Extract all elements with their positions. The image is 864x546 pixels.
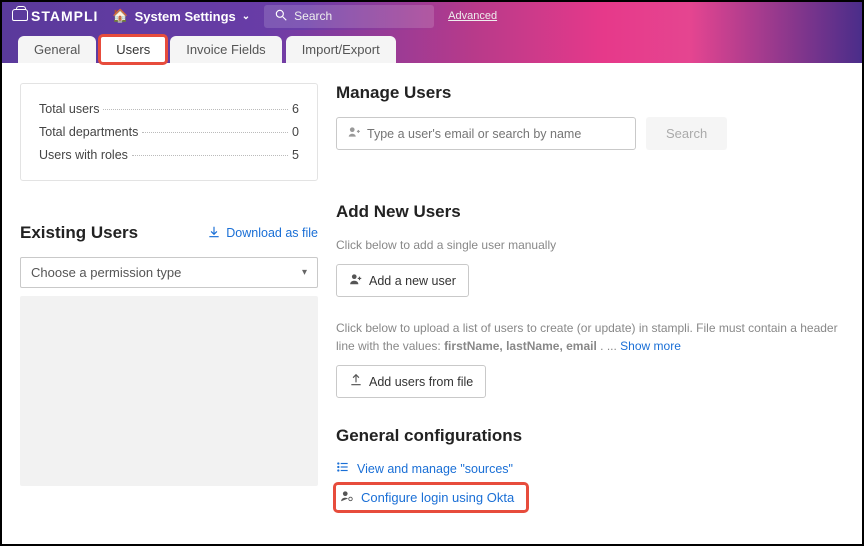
add-new-users-heading: Add New Users (336, 202, 844, 222)
stat-label: Users with roles (39, 148, 128, 162)
tab-invoice-fields[interactable]: Invoice Fields (170, 36, 281, 63)
add-new-user-button[interactable]: Add a new user (336, 264, 469, 297)
add-users-from-file-label: Add users from file (369, 375, 473, 389)
tab-import-export[interactable]: Import/Export (286, 36, 396, 63)
upload-subtext-suffix: . ... (600, 339, 620, 353)
configure-okta-link[interactable]: Configure login using Okta (336, 485, 526, 510)
stats-panel: Total users 6 Total departments 0 Users … (20, 83, 318, 181)
settings-tabs: General Users Invoice Fields Import/Expo… (2, 30, 862, 63)
show-more-link[interactable]: Show more (620, 339, 681, 353)
system-settings-menu[interactable]: 🏠 System Settings ⌄ (112, 8, 250, 24)
list-icon (336, 460, 350, 477)
add-new-user-label: Add a new user (369, 274, 456, 288)
stat-users-with-roles: Users with roles 5 (39, 148, 299, 162)
dot-leader (142, 132, 288, 133)
user-plus-icon (349, 272, 363, 289)
users-list-panel (20, 296, 318, 486)
global-search[interactable] (264, 5, 434, 28)
stat-value: 5 (292, 148, 299, 162)
stat-total-users: Total users 6 (39, 102, 299, 116)
advanced-search-link[interactable]: Advanced (448, 10, 497, 22)
system-settings-label: System Settings (135, 9, 236, 24)
home-icon: 🏠 (112, 8, 128, 24)
tab-users[interactable]: Users (100, 36, 166, 63)
dot-leader (103, 109, 288, 110)
user-gear-icon (340, 489, 354, 506)
upload-subtext: Click below to upload a list of users to… (336, 319, 844, 355)
permission-placeholder: Choose a permission type (31, 265, 181, 280)
download-label: Download as file (226, 226, 318, 240)
app-header: STAMPLI 🏠 System Settings ⌄ Advanced (2, 2, 862, 30)
global-search-input[interactable] (294, 9, 404, 23)
add-single-subtext: Click below to add a single user manuall… (336, 236, 844, 254)
logo-icon (12, 9, 28, 21)
stat-label: Total users (39, 102, 99, 116)
manage-users-search-row: Search (336, 117, 844, 150)
dot-leader (132, 155, 288, 156)
stat-total-departments: Total departments 0 (39, 125, 299, 139)
left-column: Total users 6 Total departments 0 Users … (20, 83, 318, 526)
upload-icon (349, 373, 363, 390)
upload-subtext-fields: firstName, lastName, email (444, 339, 597, 353)
content-area: Total users 6 Total departments 0 Users … (2, 63, 862, 544)
download-as-file-link[interactable]: Download as file (207, 225, 318, 242)
user-search-icon (347, 125, 361, 142)
user-search-button[interactable]: Search (646, 117, 727, 150)
logo-text: STAMPLI (31, 8, 98, 24)
manage-users-heading: Manage Users (336, 83, 844, 103)
logo: STAMPLI (12, 8, 98, 24)
right-column: Manage Users Search Add New Users Click … (336, 83, 844, 526)
view-sources-link[interactable]: View and manage "sources" (336, 460, 844, 477)
existing-users-head: Existing Users Download as file (20, 223, 318, 243)
permission-type-select[interactable]: Choose a permission type ▾ (20, 257, 318, 288)
stat-value: 6 (292, 102, 299, 116)
general-config-heading: General configurations (336, 426, 844, 446)
user-search-field[interactable] (336, 117, 636, 150)
stat-value: 0 (292, 125, 299, 139)
chevron-down-icon: ⌄ (242, 11, 250, 22)
configure-okta-label: Configure login using Okta (361, 490, 514, 505)
search-icon (274, 8, 288, 25)
stat-label: Total departments (39, 125, 138, 139)
existing-users-heading: Existing Users (20, 223, 138, 243)
caret-down-icon: ▾ (302, 267, 307, 278)
view-sources-label: View and manage "sources" (357, 462, 513, 476)
user-search-input[interactable] (367, 127, 625, 141)
add-users-from-file-button[interactable]: Add users from file (336, 365, 486, 398)
download-icon (207, 225, 221, 242)
tab-general[interactable]: General (18, 36, 96, 63)
